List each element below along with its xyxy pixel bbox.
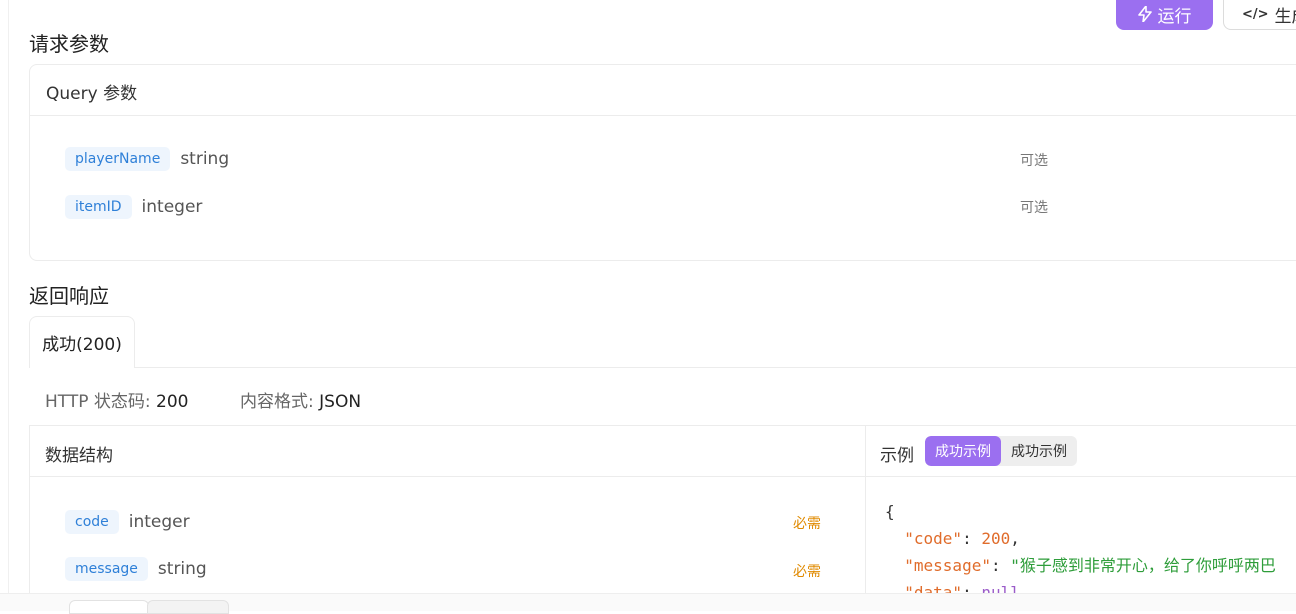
http-status-label: HTTP 状态码:: [45, 392, 151, 412]
lightning-icon: [1137, 6, 1152, 22]
param-name-tag: playerName: [65, 147, 171, 171]
content-format-info: 内容格式: JSON: [240, 387, 361, 412]
query-params-header: Query 参数: [30, 65, 1296, 116]
bottom-tab[interactable]: [69, 600, 149, 614]
query-params-title: Query 参数: [46, 84, 138, 104]
example-label: 示例: [880, 446, 914, 466]
panel-left-border: [29, 425, 30, 610]
field-type: string: [157, 559, 207, 579]
panel-divider: [865, 425, 866, 610]
generate-button-label: 生成: [1274, 6, 1296, 27]
code-icon: </>: [1242, 6, 1269, 22]
param-type: integer: [141, 197, 203, 217]
field-type: integer: [128, 512, 190, 532]
tab-underline: [134, 367, 1296, 368]
field-required-label: 必需: [793, 516, 821, 532]
example-tab-2[interactable]: 成功示例: [1001, 436, 1077, 466]
code-key: "code": [904, 529, 963, 548]
code-key: "message": [904, 556, 991, 575]
example-selector: 成功示例 成功示例: [925, 436, 1077, 466]
tab-success-200-label: 成功(200): [42, 335, 122, 355]
schema-header-border: [29, 476, 865, 477]
tab-success-200[interactable]: 成功(200): [29, 316, 135, 368]
generate-code-button[interactable]: </> 生成: [1223, 0, 1296, 30]
example-tab-1[interactable]: 成功示例: [925, 436, 1001, 466]
request-section-title: 请求参数: [29, 32, 109, 56]
example-json-code: { "code": 200, "message": "猴子感到非常开心，给了你呼…: [885, 498, 1276, 606]
panel-top-border: [29, 425, 1296, 426]
field-required-label: 必需: [793, 564, 821, 580]
field-row: message string: [65, 555, 207, 583]
content-format-label: 内容格式:: [240, 392, 314, 412]
param-type: string: [180, 149, 230, 169]
param-name-tag: itemID: [65, 195, 132, 219]
code-string: "猴子感到非常开心，给了你呼呼两巴: [1010, 556, 1276, 575]
left-border: [8, 0, 9, 610]
field-name-tag: message: [65, 557, 148, 581]
param-row: playerName string: [65, 145, 229, 173]
field-name-tag: code: [65, 510, 119, 534]
http-status-value: 200: [156, 392, 189, 412]
http-status-info: HTTP 状态码: 200: [45, 387, 189, 412]
example-header-border: [866, 476, 1296, 477]
field-row: code integer: [65, 508, 190, 536]
bottom-tab[interactable]: [147, 600, 229, 614]
param-optional-label: 可选: [1020, 153, 1048, 169]
code-number: 200: [981, 529, 1011, 548]
schema-header: 数据结构: [45, 446, 113, 466]
run-button[interactable]: 运行: [1116, 0, 1213, 30]
response-section-title: 返回响应: [29, 284, 109, 308]
run-button-label: 运行: [1157, 6, 1192, 27]
param-optional-label: 可选: [1020, 200, 1048, 216]
code-brace: {: [885, 502, 895, 521]
param-row: itemID integer: [65, 193, 202, 221]
content-format-value: JSON: [319, 392, 362, 412]
